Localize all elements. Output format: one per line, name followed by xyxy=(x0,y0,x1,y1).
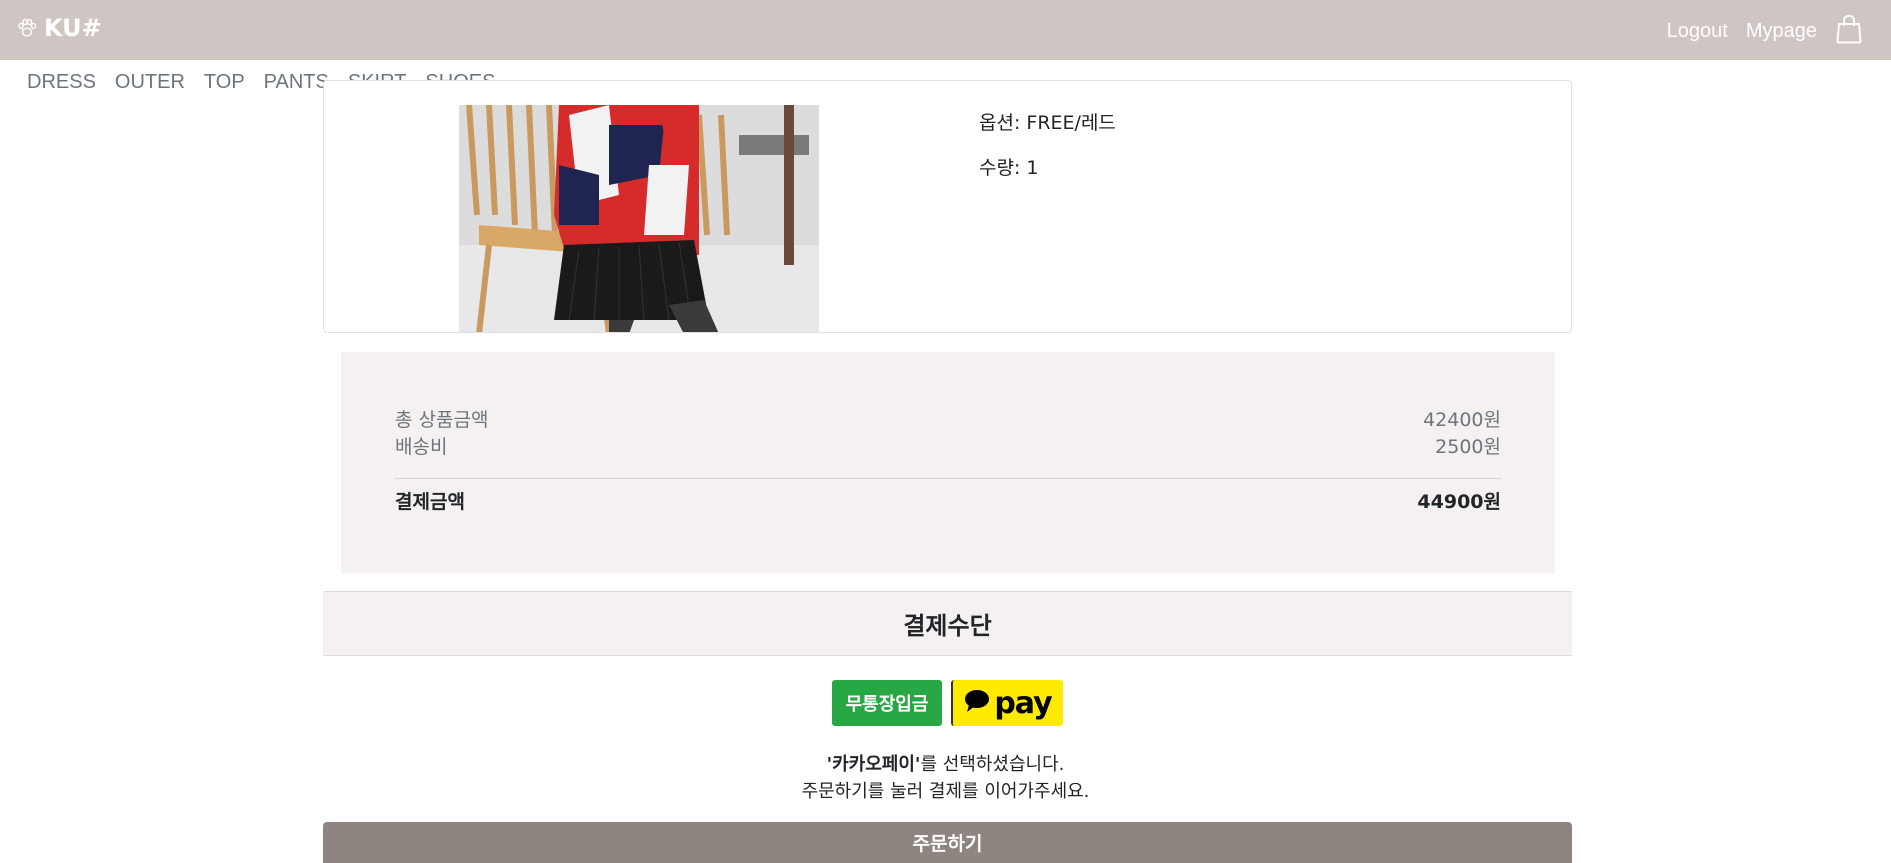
payment-instruction: 주문하기를 눌러 결제를 이어가주세요. xyxy=(801,781,1090,802)
total-value: 44900원 xyxy=(1417,491,1501,513)
order-product-card: 옵션: FREE/레드 수량: 1 xyxy=(323,80,1572,333)
brand-name: KU# xyxy=(44,14,102,42)
shipping-value: 2500원 xyxy=(1435,436,1501,458)
subtotal-label: 총 상품금액 xyxy=(395,409,489,431)
payment-selected-message: '카카오페이'를 선택하셨습니다. xyxy=(0,750,1891,776)
total-row: 결제금액 44900원 xyxy=(395,487,1501,514)
category-outer[interactable]: OUTER xyxy=(115,71,185,94)
selected-method-name: '카카오페이' xyxy=(826,754,921,775)
summary-divider xyxy=(395,478,1501,479)
selected-method-suffix: 를 선택하셨습니다. xyxy=(920,754,1065,775)
product-image xyxy=(459,105,819,332)
logout-link[interactable]: Logout xyxy=(1667,20,1728,43)
bank-transfer-button[interactable]: 무통장입금 xyxy=(832,680,942,726)
speech-bubble-icon xyxy=(964,689,990,717)
shipping-label: 배송비 xyxy=(395,436,448,458)
payment-method-title: 결제수단 xyxy=(323,591,1572,656)
product-quantity: 수량: 1 xyxy=(979,157,1039,179)
kakaopay-button[interactable]: pay xyxy=(951,680,1063,726)
category-top[interactable]: TOP xyxy=(204,71,245,94)
kakaopay-label: pay xyxy=(994,685,1052,721)
category-dress[interactable]: DRESS xyxy=(27,71,96,94)
mypage-link[interactable]: Mypage xyxy=(1746,20,1817,43)
shopping-bag-icon[interactable] xyxy=(1835,14,1863,48)
brand-logo[interactable]: KU# xyxy=(16,14,102,42)
product-option: 옵션: FREE/레드 xyxy=(979,112,1116,134)
top-navbar: KU# Logout Mypage xyxy=(0,0,1891,60)
total-label: 결제금액 xyxy=(395,491,465,513)
subtotal-row: 총 상품금액 42400원 xyxy=(395,405,1501,432)
order-button[interactable]: 주문하기 xyxy=(323,822,1572,863)
subtotal-value: 42400원 xyxy=(1423,409,1501,431)
category-pants[interactable]: PANTS xyxy=(264,71,329,94)
paw-icon xyxy=(16,17,38,39)
price-summary: 총 상품금액 42400원 배송비 2500원 결제금액 44900원 xyxy=(341,352,1555,573)
shipping-row: 배송비 2500원 xyxy=(395,432,1501,459)
